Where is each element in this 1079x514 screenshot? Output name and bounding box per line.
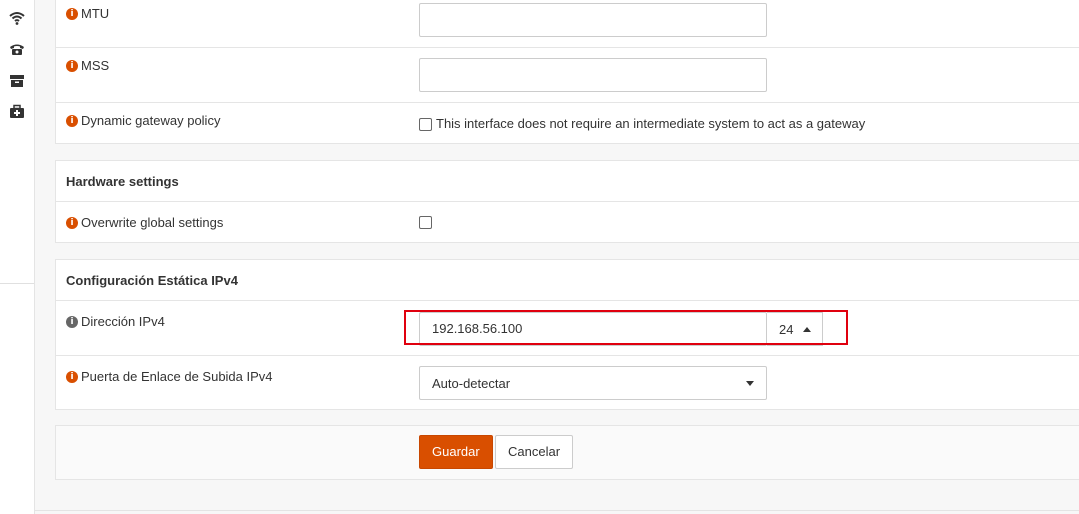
- info-icon[interactable]: i: [66, 7, 78, 20]
- ipv4-address-label: Dirección IPv4: [81, 314, 165, 329]
- info-icon[interactable]: i: [66, 315, 78, 328]
- ipv4-gateway-select[interactable]: Auto-detectar: [419, 366, 767, 400]
- overwrite-label: Overwrite global settings: [81, 215, 224, 230]
- dynamic-gateway-row: i Dynamic gateway policy This interface …: [56, 103, 1079, 145]
- overwrite-checkbox[interactable]: [419, 216, 432, 229]
- info-icon[interactable]: i: [66, 216, 78, 229]
- mss-row: i MSS: [56, 48, 1079, 103]
- ipv4-static-panel: Configuración Estática IPv4 i Dirección …: [55, 259, 1079, 410]
- archive-icon[interactable]: [9, 73, 25, 89]
- info-icon[interactable]: i: [66, 114, 78, 127]
- hardware-settings-title: Hardware settings: [66, 174, 179, 189]
- phone-icon[interactable]: [9, 41, 25, 57]
- ipv4-gateway-row: i Puerta de Enlace de Subida IPv4 Auto-d…: [56, 356, 1079, 410]
- ipv4-gateway-selected: Auto-detectar: [432, 375, 511, 391]
- footer-divider: [34, 510, 1079, 511]
- ipv4-address-input[interactable]: 192.168.56.100: [419, 312, 767, 346]
- dynamic-gateway-checkbox-label[interactable]: This interface does not require an inter…: [436, 116, 865, 131]
- mss-input[interactable]: [419, 58, 767, 92]
- sidebar: [0, 0, 35, 514]
- info-icon[interactable]: i: [66, 370, 78, 383]
- caret-up-icon: [803, 326, 812, 332]
- save-button[interactable]: Guardar: [419, 435, 493, 469]
- mtu-row: i MTU: [56, 0, 1079, 48]
- cancel-button[interactable]: Cancelar: [495, 435, 574, 469]
- hardware-settings-panel: Hardware settings i Overwrite global set…: [55, 160, 1079, 243]
- sidebar-divider: [0, 283, 34, 284]
- ipv4-gateway-label: Puerta de Enlace de Subida IPv4: [81, 369, 273, 384]
- ipv4-static-title: Configuración Estática IPv4: [66, 273, 238, 288]
- ipv4-address-row: i Dirección IPv4 192.168.56.100 24: [56, 301, 1079, 356]
- caret-down-icon: [746, 380, 754, 386]
- dynamic-gateway-checkbox[interactable]: [419, 118, 432, 131]
- mss-label: MSS: [81, 58, 110, 73]
- info-icon[interactable]: i: [66, 59, 78, 72]
- mtu-label: MTU: [81, 6, 110, 21]
- overwrite-row: i Overwrite global settings: [56, 202, 1079, 243]
- subnet-value: 24: [779, 321, 794, 337]
- mtu-input[interactable]: [419, 3, 767, 37]
- interface-options-panel: i MTU i MSS i Dynamic gateway policy Thi…: [55, 0, 1079, 144]
- wifi-icon[interactable]: [9, 10, 25, 26]
- medkit-icon[interactable]: [9, 104, 25, 120]
- hardware-header-row: Hardware settings: [56, 161, 1079, 202]
- dynamic-gateway-label: Dynamic gateway policy: [81, 113, 221, 128]
- actions-panel: Guardar Cancelar: [55, 425, 1079, 480]
- ipv4-header-row: Configuración Estática IPv4: [56, 260, 1079, 301]
- subnet-select[interactable]: 24: [767, 312, 823, 346]
